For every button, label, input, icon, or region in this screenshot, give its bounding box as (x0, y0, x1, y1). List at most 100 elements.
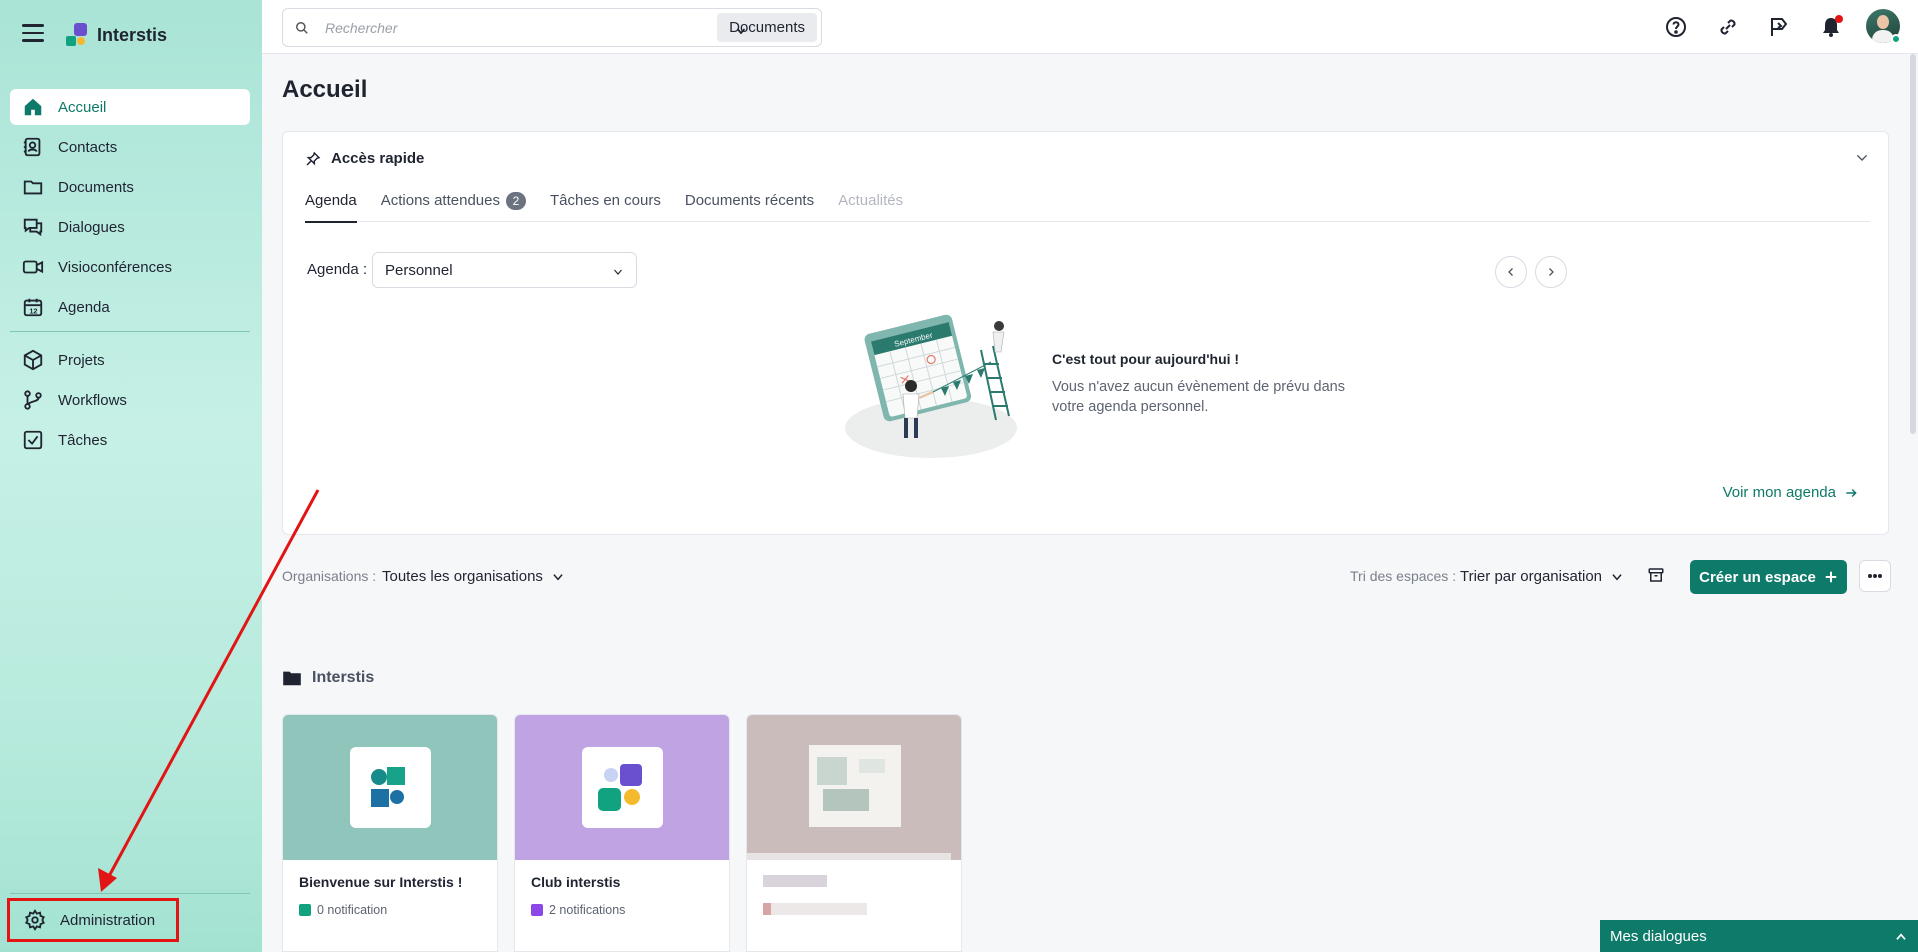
sidebar-item-visioconferences[interactable]: Visioconférences (10, 249, 250, 285)
sidebar-item-projets[interactable]: Projets (10, 342, 250, 378)
sidebar-item-taches[interactable]: Tâches (10, 422, 250, 458)
search-input[interactable] (325, 17, 665, 39)
tab-agenda[interactable]: Agenda (305, 192, 357, 223)
tab-label: Tâches en cours (549, 192, 661, 209)
view-agenda-label: Voir mon agenda (1722, 484, 1836, 501)
sidebar-item-label: Projets (58, 351, 105, 369)
more-options-button[interactable] (1859, 560, 1891, 592)
blurred-thumbnail (809, 745, 901, 827)
sort-spaces-dropdown[interactable]: Trier par organisation (1460, 568, 1624, 585)
space-notifications-text: 0 notification (317, 903, 388, 917)
space-notifications-text: 2 notifications (549, 903, 626, 917)
sidebar-divider (10, 331, 250, 332)
space-card-club-interstis[interactable]: Club interstis 2 notifications (514, 714, 730, 952)
sidebar-nav: Accueil Contacts Documents Dialogues Vis… (10, 89, 250, 462)
chevron-down-icon (553, 573, 563, 580)
sidebar-item-label: Visioconférences (58, 258, 172, 276)
space-name: Bienvenue sur Interstis ! (299, 874, 463, 890)
sidebar-item-label: Contacts (58, 138, 118, 156)
collapse-chevron-icon[interactable] (1854, 150, 1870, 170)
space-notifications: 0 notification (299, 903, 387, 917)
space-card-blurred[interactable] (746, 714, 962, 952)
space-name: Club interstis (531, 874, 621, 890)
spaces-filters: Organisations : Toutes les organisations… (282, 560, 1891, 596)
agenda-select[interactable]: Personnel (372, 252, 637, 288)
next-day-button[interactable] (1535, 256, 1567, 288)
tab-label: Documents récents (684, 192, 815, 209)
organisation-section-title: Interstis (312, 669, 375, 686)
quick-access-tabs: Agenda Actions attendues 2 Tâches en cour… (305, 192, 1870, 223)
quick-access-card: Accès rapide Agenda Actions attendues 2 T… (282, 131, 1889, 535)
cube-icon (23, 349, 43, 371)
space-cover (747, 715, 961, 860)
organisation-section-header: Interstis (282, 669, 374, 687)
notification-dot (1835, 15, 1843, 23)
space-cover (283, 715, 497, 860)
link-icon[interactable] (1716, 15, 1740, 39)
git-branch-icon (24, 390, 42, 410)
my-dialogues-label: Mes dialogues (1610, 927, 1707, 945)
organisations-filter-value: Toutes les organisations (382, 568, 543, 585)
interstis-logo[interactable] (64, 20, 90, 48)
view-agenda-link[interactable]: Voir mon agenda (1723, 484, 1858, 501)
tab-label: Agenda (305, 192, 357, 209)
tab-label: Actions attendues (380, 192, 500, 209)
hamburger-menu-icon[interactable] (22, 24, 44, 42)
video-camera-icon (22, 260, 44, 274)
sort-spaces-label: Tri des espaces : (1350, 568, 1457, 584)
chat-icon (23, 218, 43, 237)
blurred-space-name (763, 875, 827, 887)
archive-icon[interactable] (1647, 566, 1665, 588)
previous-day-button[interactable] (1495, 256, 1527, 288)
tab-taches-en-cours[interactable]: Tâches en cours (550, 192, 661, 222)
blurred-space-notifications (763, 903, 867, 915)
sidebar-item-documents[interactable]: Documents (10, 169, 250, 205)
organisations-filter-dropdown[interactable]: Toutes les organisations (382, 568, 565, 585)
calendar-icon: 12 (23, 298, 43, 317)
sidebar-item-dialogues[interactable]: Dialogues (10, 209, 250, 245)
space-logo (582, 747, 663, 828)
sidebar-item-label: Dialogues (58, 218, 125, 236)
brand-name[interactable]: Interstis (97, 25, 167, 46)
space-cover (515, 715, 729, 860)
sidebar-item-workflows[interactable]: Workflows (10, 382, 250, 418)
space-card-bienvenue[interactable]: Bienvenue sur Interstis ! 0 notification (282, 714, 498, 952)
notification-bell-icon[interactable] (1819, 15, 1843, 39)
sidebar-item-contacts[interactable]: Contacts (10, 129, 250, 165)
sidebar-item-agenda[interactable]: 12 Agenda (10, 289, 250, 325)
chevron-down-icon (1612, 573, 1622, 580)
search-scope-dropdown[interactable]: Documents (717, 13, 817, 42)
count-badge: 2 (505, 192, 526, 210)
agenda-select-label: Agenda : (307, 261, 368, 278)
tab-actualites: Actualités (838, 192, 903, 222)
sidebar-item-administration[interactable]: Administration (7, 898, 179, 942)
sidebar-item-accueil[interactable]: Accueil (10, 89, 250, 125)
guide-flag-icon[interactable] (1767, 15, 1791, 39)
tab-documents-recents[interactable]: Documents récents (685, 192, 814, 222)
create-space-button[interactable]: Créer un espace (1690, 560, 1847, 594)
empty-state-text: Vous n'avez aucun évènement de prévu dan… (1052, 379, 1345, 415)
online-status-dot (1891, 34, 1901, 44)
help-icon[interactable] (1664, 15, 1688, 39)
agenda-select-value: Personnel (385, 261, 453, 279)
chevron-up-icon (1896, 933, 1906, 940)
chevron-down-icon (614, 269, 622, 275)
topbar: Documents (262, 0, 1918, 54)
sidebar-item-label: Tâches (58, 431, 108, 449)
sidebar-item-label: Workflows (58, 391, 127, 409)
folder-icon (23, 180, 43, 195)
empty-state-title: C'est tout pour aujourd'hui ! (1052, 351, 1240, 367)
sidebar-item-label: Agenda (58, 298, 110, 316)
folder-icon (283, 671, 301, 686)
tab-actions-attendues[interactable]: Actions attendues 2 (381, 192, 526, 222)
svg-text:12: 12 (29, 306, 37, 315)
contacts-icon (23, 137, 41, 157)
my-dialogues-panel[interactable]: Mes dialogues (1600, 920, 1918, 952)
space-notifications: 2 notifications (531, 903, 625, 917)
calendar-illustration: September (845, 314, 1017, 458)
page-title: Accueil (282, 76, 368, 103)
arrow-right-icon (1846, 488, 1857, 497)
scrollbar[interactable] (1910, 54, 1916, 434)
chevron-left-icon (1508, 268, 1513, 276)
search-icon (296, 22, 308, 34)
